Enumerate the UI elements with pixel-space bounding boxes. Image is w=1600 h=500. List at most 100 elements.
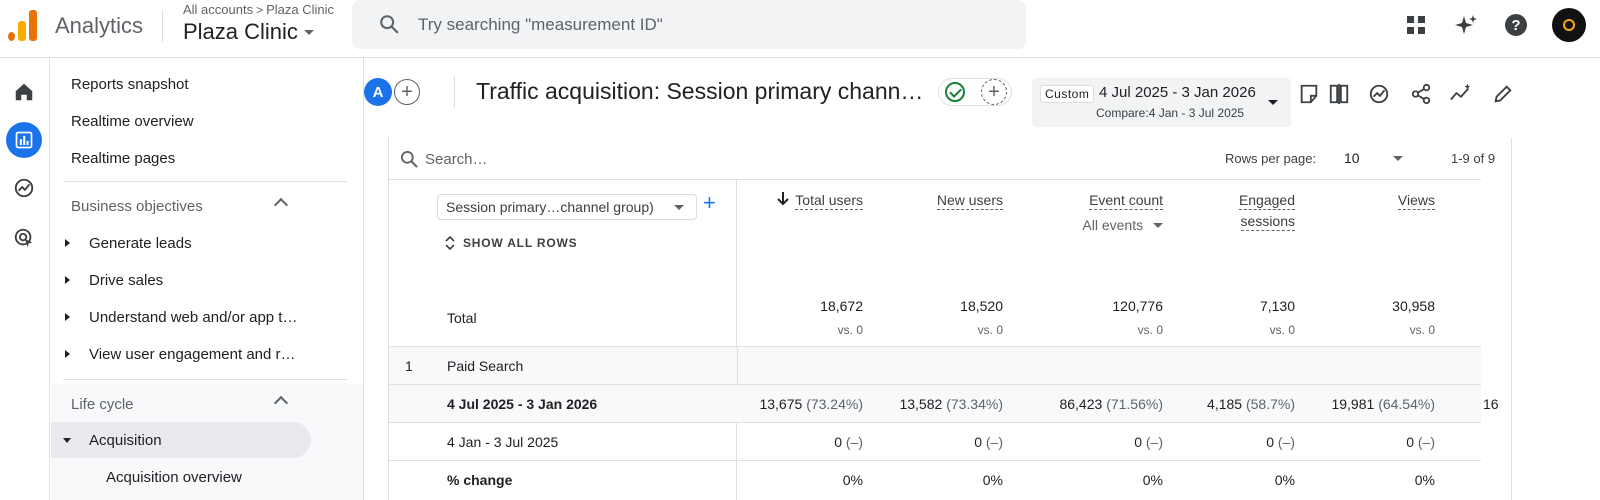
column-header-views[interactable]: Views — [1355, 190, 1435, 211]
total-vs: vs. 0 — [1137, 323, 1163, 337]
customize-report-icon[interactable] — [1296, 81, 1322, 107]
event-filter-select[interactable]: All events — [1043, 215, 1163, 236]
table-cell: 86,423 (71.56%) — [1059, 396, 1163, 412]
table-cell: 0 (–) — [1406, 434, 1435, 450]
analytics-logo-icon[interactable] — [8, 9, 38, 41]
search-icon — [380, 15, 399, 34]
collapse-arrow-icon — [63, 438, 71, 443]
table-row[interactable]: 4 Jan - 3 Jul 2025 0 (–) 0 (–) 0 (–) 0 (… — [389, 422, 1481, 460]
total-value: 120,776 — [1112, 298, 1163, 314]
edit-icon[interactable] — [1490, 81, 1516, 107]
insights-icon[interactable] — [1366, 81, 1392, 107]
nav-drive-sales[interactable]: Drive sales — [51, 262, 363, 298]
left-rail — [0, 58, 50, 500]
check-circle-icon — [945, 82, 965, 102]
table-cell: 0% — [1142, 472, 1163, 488]
global-search[interactable] — [352, 0, 1026, 49]
property-name: Plaza Clinic — [183, 19, 298, 44]
caret-down-icon — [674, 205, 684, 210]
row-label: Paid Search — [447, 358, 524, 374]
column-header-event-count[interactable]: Event count All events — [1043, 190, 1163, 236]
compare-icon[interactable] — [1326, 81, 1352, 107]
caret-down-icon — [1153, 223, 1163, 228]
total-value: 30,958 — [1392, 298, 1435, 314]
search-icon — [401, 151, 418, 168]
breadcrumb[interactable]: All accounts > Plaza Clinic — [183, 2, 334, 17]
show-all-rows-button[interactable]: SHOW ALL ROWS — [445, 236, 577, 250]
total-vs: vs. 0 — [1269, 323, 1295, 337]
total-value: 18,672 — [820, 298, 863, 314]
app-name: Analytics — [55, 13, 144, 38]
chevron-up-icon[interactable] — [273, 197, 289, 213]
total-vs: vs. 0 — [1409, 323, 1435, 337]
table-cell: 13,675 (73.24%) — [759, 396, 863, 412]
section-life-cycle[interactable]: Life cycle — [51, 384, 363, 424]
pagination-label: 1-9 of 9 — [1451, 151, 1496, 166]
breadcrumb-root[interactable]: All accounts — [183, 2, 253, 17]
sort-down-arrow-icon — [777, 192, 790, 206]
column-header-new-users[interactable]: New users — [903, 190, 1003, 211]
reports-icon[interactable] — [6, 122, 42, 158]
nav-understand-traffic[interactable]: Understand web and/or app t… — [51, 299, 363, 335]
caret-down-icon[interactable] — [1393, 156, 1403, 161]
rows-per-page-select[interactable]: 10 — [1344, 150, 1360, 166]
sparkle-icon[interactable] — [1452, 11, 1480, 39]
table-cell: 0% — [982, 472, 1003, 488]
compare-range-text: Compare:4 Jan - 3 Jul 2025 — [1096, 106, 1245, 120]
global-search-input[interactable] — [418, 0, 1008, 49]
nav-reports-snapshot[interactable]: Reports snapshot — [51, 66, 363, 102]
caret-down-icon — [1268, 100, 1278, 105]
table-cell: 0% — [842, 472, 863, 488]
add-dimension-button[interactable]: + — [703, 192, 716, 214]
table-search-input[interactable] — [425, 146, 725, 172]
explore-icon[interactable] — [6, 170, 42, 206]
nav-view-user-engagement[interactable]: View user engagement and r… — [51, 336, 363, 372]
add-comparison-button[interactable]: + — [394, 79, 420, 105]
nav-acquisition[interactable]: Acquisition — [51, 422, 311, 458]
total-vs: vs. 0 — [977, 323, 1003, 337]
expand-arrow-icon — [65, 276, 70, 284]
apps-grid-icon[interactable] — [1402, 11, 1430, 39]
expand-arrow-icon — [65, 313, 70, 321]
account-avatar[interactable] — [1552, 8, 1586, 42]
table-row[interactable]: % change 0% 0% 0% 0% 0% — [389, 460, 1481, 498]
table-row[interactable]: 1 Paid Search — [389, 346, 1481, 385]
section-business-objectives[interactable]: Business objectives — [51, 186, 363, 226]
column-header-engaged-sessions[interactable]: Engaged sessions — [1195, 190, 1295, 232]
table-cell: 0 (–) — [834, 434, 863, 450]
breadcrumb-separator: > — [256, 2, 264, 17]
property-selector[interactable]: Plaza Clinic — [183, 19, 314, 45]
divider — [454, 76, 455, 108]
expand-vertical-icon — [445, 236, 455, 250]
help-icon[interactable]: ? — [1502, 11, 1530, 39]
segment-badge[interactable]: A — [364, 78, 392, 106]
nav-generate-leads[interactable]: Generate leads — [51, 225, 363, 261]
report-table: Rows per page: 10 1-9 of 9 Session prima… — [388, 138, 1512, 500]
table-cell: 13,582 (73.34%) — [899, 396, 1003, 412]
nav-divider — [63, 181, 347, 182]
report-nav: Reports snapshot Realtime overview Realt… — [51, 58, 364, 500]
table-row[interactable]: 4 Jul 2025 - 3 Jan 2026 13,675 (73.24%) … — [389, 384, 1499, 422]
share-icon[interactable] — [1408, 81, 1434, 107]
table-cell: 0 (–) — [1266, 434, 1295, 450]
row-label: % change — [447, 472, 513, 488]
column-header-total-users[interactable]: Total users — [769, 190, 863, 211]
advertising-icon[interactable] — [6, 220, 42, 256]
add-filter-button[interactable]: + — [981, 79, 1007, 105]
nav-acquisition-overview[interactable]: Acquisition overview — [51, 459, 363, 495]
nav-realtime-pages[interactable]: Realtime pages — [51, 140, 363, 176]
report-status-pill[interactable]: + — [938, 78, 1012, 106]
total-label: Total — [447, 310, 477, 326]
trend-icon[interactable] — [1448, 81, 1474, 107]
divider — [162, 10, 163, 42]
table-cell: 4,185 (58.7%) — [1207, 396, 1295, 412]
home-icon[interactable] — [6, 74, 42, 110]
row-label: 4 Jul 2025 - 3 Jan 2026 — [447, 396, 598, 412]
breadcrumb-account[interactable]: Plaza Clinic — [266, 2, 334, 17]
nav-realtime-overview[interactable]: Realtime overview — [51, 103, 363, 139]
chevron-up-icon[interactable] — [273, 395, 289, 411]
date-range-text: 4 Jul 2025 - 3 Jan 2026 — [1099, 84, 1256, 101]
dimension-select[interactable]: Session primary…channel group) — [437, 194, 697, 220]
svg-text:?: ? — [1511, 17, 1520, 34]
date-range-picker[interactable]: Custom 4 Jul 2025 - 3 Jan 2026 Compare:4… — [1032, 78, 1291, 127]
